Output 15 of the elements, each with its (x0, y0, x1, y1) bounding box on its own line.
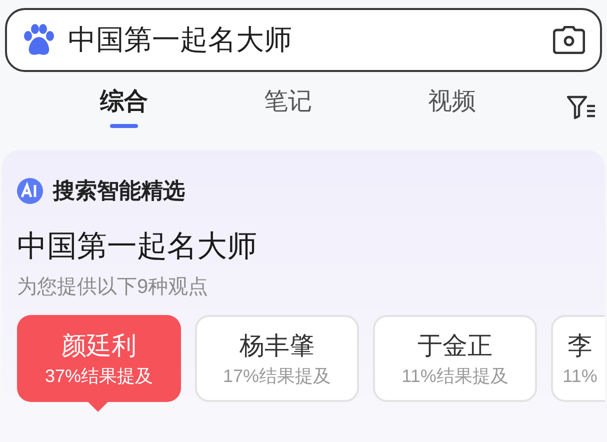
answer-subtitle: 为您提供以下9种观点 (17, 275, 210, 300)
section-label: 搜索智能精选 (53, 177, 185, 205)
tab[interactable]: 综合 (74, 86, 174, 134)
opinion-chip[interactable]: 于金正 11%结果提及 (373, 315, 537, 402)
search-field[interactable]: 中国第一起名大师 (5, 8, 602, 72)
search-input[interactable]: 中国第一起名大师 (68, 19, 541, 61)
camera-icon[interactable] (553, 26, 585, 54)
opinion-chip[interactable]: 杨丰肇 17%结果提及 (195, 315, 359, 402)
opinion-chip[interactable]: 李 11% (551, 315, 605, 402)
tab[interactable]: 笔记 (238, 86, 338, 134)
ai-icon (17, 178, 43, 204)
tab[interactable]: 视频 (402, 86, 502, 134)
paw-logo-icon (22, 23, 56, 57)
answer-title: 中国第一起名大师 (17, 229, 258, 265)
filter-icon[interactable] (566, 94, 596, 120)
